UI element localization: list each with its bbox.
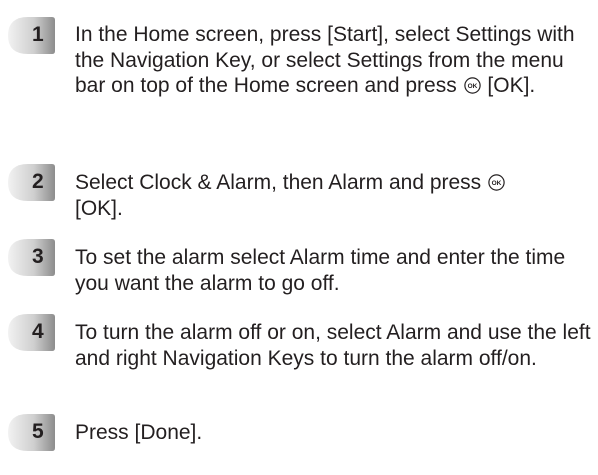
step-text-part: [OK].	[75, 196, 123, 220]
step-number: 5	[32, 420, 44, 443]
step-text: Select Clock & Alarm, then Alarm and pre…	[75, 170, 595, 221]
ok-key-glyph: OK	[492, 180, 502, 187]
step-number: 4	[32, 320, 44, 343]
step-text: To turn the alarm off or on, select Alar…	[75, 320, 595, 371]
step-number-badge: 3	[6, 238, 56, 277]
step-number-badge: 5	[6, 413, 56, 452]
step-text: In the Home screen, press [Start], selec…	[75, 22, 595, 99]
step-text: Press [Done].	[75, 420, 595, 446]
step-text-part: Select Clock & Alarm, then Alarm and pre…	[75, 171, 488, 194]
badge-shape-icon	[8, 414, 55, 451]
step-text-part: Press [Done].	[75, 421, 203, 444]
badge-shape-icon	[8, 17, 55, 54]
step-number: 1	[32, 23, 44, 46]
step-number: 3	[32, 245, 44, 268]
badge-shape-icon	[8, 164, 55, 201]
ok-key-icon: OK	[463, 75, 481, 94]
ok-key-glyph: OK	[467, 83, 477, 90]
step-number-badge: 4	[6, 313, 56, 352]
step-text-part: [OK].	[481, 74, 536, 97]
badge-shape-icon	[8, 314, 55, 351]
badge-shape-icon	[8, 239, 55, 276]
ok-key-icon: OK	[488, 172, 505, 191]
step-number-badge: 2	[6, 163, 56, 202]
step-text: To set the alarm select Alarm time and e…	[75, 245, 595, 296]
step-number: 2	[32, 170, 44, 193]
step-text-part: To set the alarm select Alarm time and e…	[75, 246, 566, 295]
step-number-badge: 1	[6, 16, 56, 55]
step-text-part: To turn the alarm off or on, select Alar…	[75, 321, 591, 370]
manual-page: { "steps": [ { "number": "1", "parts": […	[0, 0, 598, 475]
